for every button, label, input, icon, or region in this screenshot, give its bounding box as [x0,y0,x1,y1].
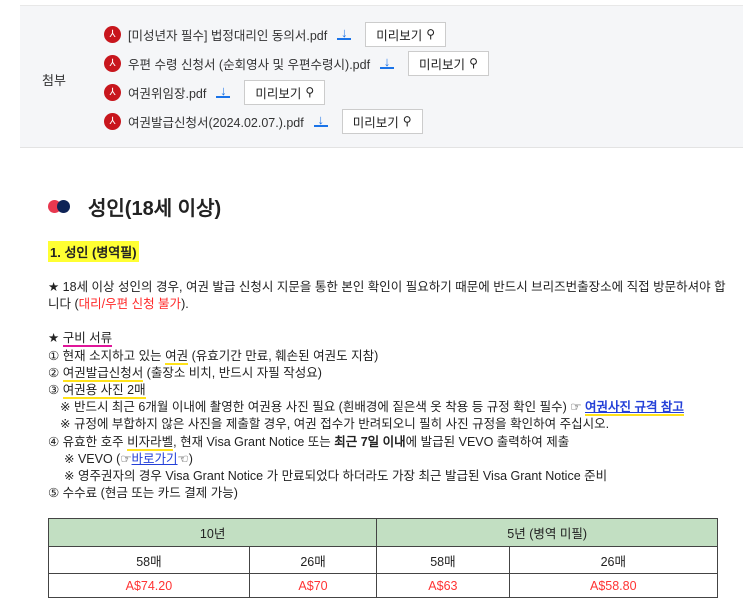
subsection-title: 1. 성인 (병역필) [48,241,139,262]
photo-spec-link[interactable]: 여권사진 규격 참고 [584,400,684,417]
preview-label: 미리보기 [376,28,423,43]
header-10-year: 10년 [47,518,378,547]
file-link[interactable]: 우편 수령 신청서 (순회영사 및 우편수령시).pdf [128,54,370,73]
t: ① 현재 소지하고 있는 [48,348,166,363]
cell: 26매 [508,546,719,574]
docs-heading-text: 구비 서류 [62,331,113,348]
preview-label: 미리보기 [255,86,302,101]
t: ② [48,365,63,380]
search-icon: ⚲ [426,27,436,41]
doc-item-2: ② 여권발급신청서 (출장소 비치, 반드시 자필 작성요) [48,365,728,382]
doc-note: ※ 반드시 최근 6개월 이내에 촬영한 여권용 사진 필요 (흰배경에 짙은색… [48,399,728,417]
t: 에 발급된 VEVO 출력하여 제출 [405,434,570,449]
search-icon: ⚲ [305,85,315,99]
pdf-icon: ⅄ [104,112,121,130]
cell: 26매 [248,546,378,574]
doc-note: ※ 규정에 부합하지 않은 사진을 제출할 경우, 여권 접수가 반려되오니 필… [60,417,610,432]
download-icon[interactable]: ↓ [380,55,395,69]
doc-item-1: ① 현재 소지하고 있는 여권 (유효기간 만료, 훼손된 여권도 지참) [48,348,728,365]
t: (출장소 비치, 반드시 자필 작성요) [143,365,322,380]
content-body: ★ 18세 이상 성인의 경우, 여권 발급 신청시 지문을 통한 본인 확인이… [48,279,728,502]
star: ★ [48,331,63,346]
attachment-item: ⅄ 여권위임장.pdf ↓ 미리보기 ⚲ [104,79,326,105]
intro-warning: 대리/우편 신청 불가 [78,297,182,312]
section-title-text: 성인(18세 이상) [88,198,222,220]
t: ※ 반드시 최근 6개월 이내에 촬영한 여권용 사진 필요 (흰배경에 짙은색… [60,400,585,415]
pdf-icon: ⅄ [104,54,121,72]
file-link[interactable]: 여권발급신청서(2024.02.07.).pdf [128,112,304,131]
t: 여권발급신청서 [62,365,144,382]
t: (유효기간 만료, 훼손된 여권도 지참) [188,348,379,363]
preview-button[interactable]: 미리보기 ⚲ [408,50,489,76]
header-5-year: 5년 (병역 미필) [376,518,718,547]
table-row: A$74.20 A$70 A$63 A$58.80 [48,573,719,598]
t: , 현재 Visa Grant Notice 또는 [173,434,335,449]
price-cell: A$63 [376,573,510,598]
table-header-row: 10년 5년 (병역 미필) [47,518,718,547]
intro-paragraph: ★ 18세 이상 성인의 경우, 여권 발급 신청시 지문을 통한 본인 확인이… [48,279,728,313]
preview-label: 미리보기 [352,115,399,130]
attachment-item: ⅄ 우편 수령 신청서 (순회영사 및 우편수령시).pdf ↓ 미리보기 ⚲ [104,50,489,76]
vevo-link[interactable]: 바로가기 [132,452,178,466]
doc-note: ※ 영주권자의 경우 Visa Grant Notice 가 만료되었다 하더라… [64,469,608,484]
preview-button[interactable]: 미리보기 ⚲ [244,79,326,105]
fee-table: 10년 5년 (병역 미필) 58매 26매 58매 26매 A$74.20 A… [47,518,719,598]
preview-button[interactable]: 미리보기 ⚲ [365,21,447,47]
search-icon: ⚲ [469,56,478,70]
file-link[interactable]: [미성년자 필수] 법정대리인 동의서.pdf [128,25,327,44]
download-icon[interactable]: ↓ [337,26,352,40]
download-icon[interactable]: ↓ [313,113,328,127]
intro-end: ). [181,297,189,312]
t: ※ VEVO (☞ [64,451,132,466]
doc-note: ※ VEVO (☞바로가기☜) [48,451,728,468]
pdf-icon: ⅄ [104,25,121,43]
t: ③ [48,383,63,398]
preview-label: 미리보기 [419,57,466,72]
download-icon[interactable]: ↓ [216,84,231,98]
section-title: 성인(18세 이상) [48,192,221,221]
doc-item-3: ③ 여권용 사진 2매 [48,382,728,400]
search-icon: ⚲ [402,114,412,128]
doc-item-5: ⑤ 수수료 (현금 또는 카드 결제 가능) [48,486,238,501]
doc-item-4: ④ 유효한 호주 비자라벨, 현재 Visa Grant Notice 또는 최… [48,434,728,451]
t: ④ 유효한 호주 [48,434,128,449]
file-link[interactable]: 여권위임장.pdf [128,83,206,102]
attachment-item: ⅄ 여권발급신청서(2024.02.07.).pdf ↓ 미리보기 ⚲ [104,108,423,134]
t: 여권용 사진 2매 [62,383,146,400]
pdf-icon: ⅄ [104,83,121,101]
attachment-item: ⅄ [미성년자 필수] 법정대리인 동의서.pdf ↓ 미리보기 ⚲ [104,21,447,47]
t: ☜) [177,451,193,466]
title-dots-icon [48,199,74,214]
t: 여권 [165,348,189,365]
cell: 58매 [48,546,250,574]
docs-heading: ★ 구비 서류 [48,330,728,348]
attachments-panel: 첨부 ⅄ [미성년자 필수] 법정대리인 동의서.pdf ↓ 미리보기 ⚲ ⅄ 우… [20,5,743,148]
t: 최근 7일 이내 [334,434,406,449]
cell: 58매 [376,546,510,574]
t: 비자라벨 [127,434,174,451]
price-cell: A$74.20 [48,573,250,598]
attachments-label: 첨부 [42,73,66,88]
price-cell: A$58.80 [508,573,719,598]
price-cell: A$70 [248,573,378,598]
table-row: 58매 26매 58매 26매 [48,546,719,574]
preview-button[interactable]: 미리보기 ⚲ [341,108,423,134]
